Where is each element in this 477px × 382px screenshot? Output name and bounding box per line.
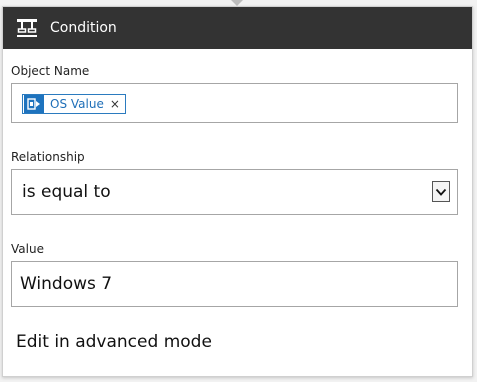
relationship-label: Relationship (11, 150, 85, 164)
token-remove-button[interactable]: × (110, 97, 120, 111)
card-title: Condition (50, 20, 117, 36)
page: Condition Object Name OS Value × Relatio… (0, 0, 477, 382)
value-input[interactable]: Windows 7 (11, 261, 458, 307)
edit-advanced-mode-link[interactable]: Edit in advanced mode (16, 332, 212, 352)
value-input-text: Windows 7 (20, 274, 113, 294)
relationship-select[interactable]: is equal to (11, 169, 458, 215)
dynamic-content-icon (24, 95, 44, 113)
os-value-token[interactable]: OS Value × (22, 94, 126, 114)
value-label: Value (11, 242, 44, 256)
token-label: OS Value (50, 97, 104, 111)
relationship-selected-value: is equal to (22, 182, 111, 202)
chevron-down-icon[interactable] (432, 181, 450, 202)
condition-icon (16, 17, 38, 39)
condition-card: Condition Object Name OS Value × Relatio… (2, 6, 473, 377)
object-name-label: Object Name (11, 64, 90, 78)
object-name-field[interactable]: OS Value × (11, 83, 458, 123)
card-header[interactable]: Condition (3, 7, 472, 49)
